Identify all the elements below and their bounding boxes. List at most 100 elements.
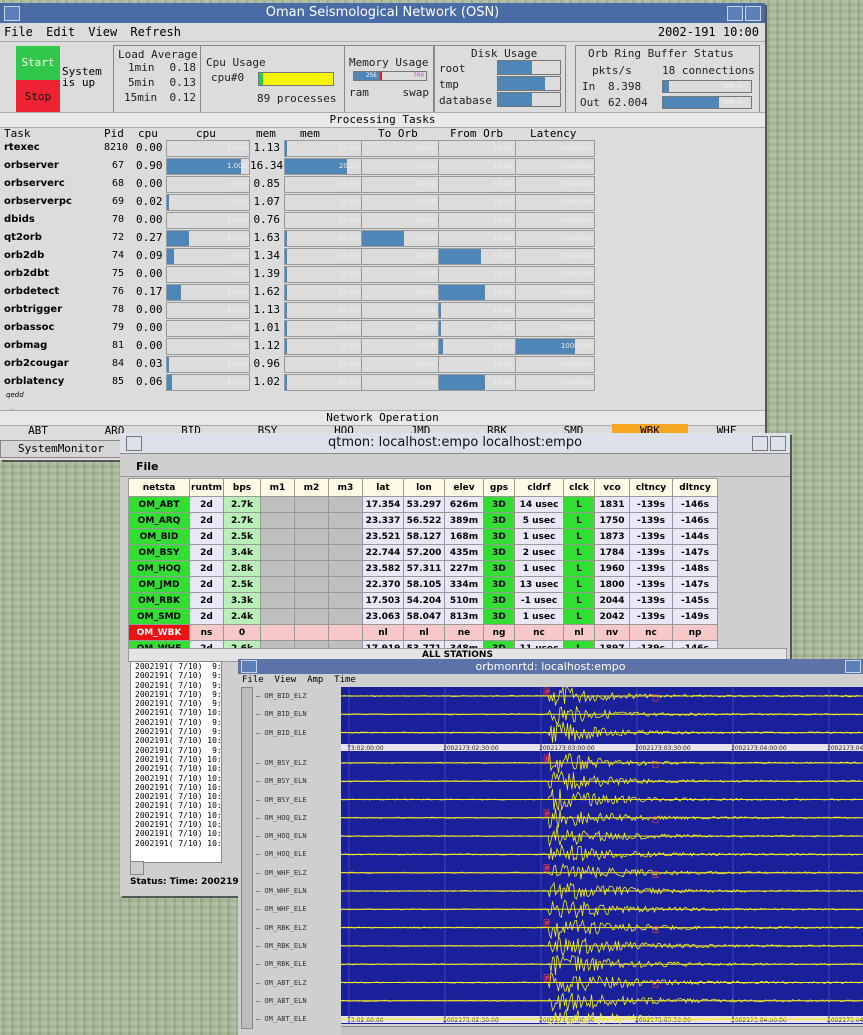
window-menu-icon[interactable] bbox=[4, 6, 20, 21]
task-pid: 81 bbox=[111, 340, 124, 351]
menu-file[interactable]: File bbox=[136, 460, 159, 473]
date-time: 2002-191 10:00 bbox=[657, 25, 759, 39]
cell-cltncy: -139s bbox=[629, 560, 673, 577]
station-row[interactable]: OM_WBK ns 0 nl nl ne ng nc nl nv nc np bbox=[128, 624, 718, 641]
maximize-icon[interactable] bbox=[745, 6, 761, 21]
task-row[interactable]: orbserverc 68 0.00 1.000 0.85 20.00 10.00 10.00… bbox=[0, 175, 765, 193]
station-row[interactable]: OM_HOQ 2d 2.8k 23.582 57.311 227m 3D 1 usec L 196… bbox=[128, 560, 718, 577]
station-row[interactable]: OM_BID 2d 2.5k 23.521 58.127 168m 3D 1 usec L 187… bbox=[128, 528, 718, 545]
station-row[interactable]: OM_SMD 2d 2.4k 23.063 58.047 813m 3D 1 usec L 204… bbox=[128, 608, 718, 625]
orbmonrtd-titlebar[interactable]: orbmonrtd: localhost:empo bbox=[238, 659, 863, 674]
cell-lon: 58.047 bbox=[403, 608, 445, 625]
col-netsta: netsta bbox=[128, 478, 190, 497]
log-line: 2002191( 7/10) 10: bbox=[135, 838, 222, 848]
mem-meter: 20.00 bbox=[284, 140, 362, 157]
task-name: orbserver bbox=[4, 160, 59, 171]
menu-file[interactable]: File bbox=[4, 25, 33, 39]
cell-cldrf: 1 usec bbox=[514, 608, 564, 625]
task-row[interactable]: qt2orb 72 0.27 1.000 1.63 20.00 10.00 10.00 1000… bbox=[0, 229, 765, 247]
qtmon-titlebar[interactable]: qtmon: localhost:empo localhost:empo bbox=[120, 433, 790, 454]
system-monitor-button[interactable]: SystemMonitor bbox=[0, 440, 122, 458]
mem-meter: 20.00 bbox=[284, 338, 362, 355]
disk-title: Disk Usage bbox=[471, 47, 538, 60]
task-row[interactable]: orbmag 81 0.00 1.000 1.12 20.00 10.00 10.00 1000… bbox=[0, 337, 765, 355]
cell-gps: 3D bbox=[483, 496, 515, 513]
from-orb-meter-fill bbox=[439, 375, 485, 390]
task-mem: 1.12 bbox=[253, 339, 281, 352]
channel-label: — OM_BID_ELN bbox=[256, 710, 307, 719]
window-menu-icon[interactable] bbox=[241, 660, 257, 673]
station-row[interactable]: OM_RBK 2d 3.3k 17.503 54.204 510m 3D -1 usec L 20… bbox=[128, 592, 718, 609]
minimize-icon[interactable] bbox=[752, 436, 768, 451]
station-row[interactable]: OM_BSY 2d 3.4k 22.744 57.200 435m 3D 2 usec L 178… bbox=[128, 544, 718, 561]
task-row[interactable]: orb2cougar 84 0.03 1.000 0.96 20.00 10.00 10.00… bbox=[0, 355, 765, 373]
task-cpu: 0.09 bbox=[136, 249, 163, 262]
minimize-icon[interactable] bbox=[845, 660, 861, 673]
cell-m2 bbox=[294, 560, 329, 577]
cell-netsta: OM_ARQ bbox=[128, 512, 190, 529]
menu-time[interactable]: Time bbox=[334, 675, 356, 685]
from-orb-meter: 10.00 bbox=[438, 284, 516, 301]
task-pid: 72 bbox=[111, 232, 124, 243]
load-label: 1min bbox=[128, 61, 155, 74]
task-cpu: 0.00 bbox=[136, 267, 163, 280]
cell-lon: 54.204 bbox=[403, 592, 445, 609]
mem-meter-fill bbox=[285, 321, 287, 336]
station-row[interactable]: OM_ARQ 2d 2.7k 23.337 56.522 389m 3D 5 usec L 175… bbox=[128, 512, 718, 529]
start-button[interactable]: Start bbox=[16, 46, 60, 80]
cell-cltncy: -139s bbox=[629, 592, 673, 609]
task-row[interactable]: orbtrigger 78 0.00 1.000 1.13 20.00 10.00 10.00… bbox=[0, 301, 765, 319]
task-row[interactable]: orb2dbt 75 0.00 1.000 1.39 20.00 10.00 10.00 100… bbox=[0, 265, 765, 283]
task-row[interactable]: orbserver 67 0.90 1.000 16.34 20.00 10.00 10.00… bbox=[0, 157, 765, 175]
to-orb-meter-scale: 10.00 bbox=[415, 324, 436, 332]
mem-meter-scale: 20.00 bbox=[338, 342, 359, 350]
load-value: 0.13 bbox=[169, 76, 197, 89]
status-line: Status: Time: 2002191 ( bbox=[130, 877, 253, 887]
menu-file[interactable]: File bbox=[242, 675, 264, 685]
task-name: orb2db bbox=[4, 250, 45, 261]
stop-button[interactable]: Stop bbox=[16, 80, 60, 114]
waveform-plot[interactable]: 73:02:00:00 2002173:02:30:00 2002173:03:00… bbox=[340, 686, 863, 1029]
station-tab-abt[interactable]: ABT bbox=[0, 424, 76, 438]
cell-runtm: 2d bbox=[189, 592, 224, 609]
to-orb-meter-scale: 10.00 bbox=[415, 162, 436, 170]
cell-m1 bbox=[260, 560, 295, 577]
task-row[interactable]: orblatency 85 0.06 1.000 1.02 20.00 10.00 10.00… bbox=[0, 373, 765, 391]
menu-refresh[interactable]: Refresh bbox=[130, 25, 181, 39]
message-log[interactable]: 2002191( 7/10) 9: 2002191( 7/10) 9: 200219… bbox=[130, 661, 222, 863]
cell-cltncy: -139s bbox=[629, 576, 673, 593]
task-row[interactable]: dbids 70 0.00 1.000 0.76 20.00 10.00 10.00 10000… bbox=[0, 211, 765, 229]
menu-view[interactable]: View bbox=[275, 675, 297, 685]
menu-amp[interactable]: Amp bbox=[307, 675, 323, 685]
window-menu-icon[interactable] bbox=[126, 436, 142, 451]
cpu-meter-scale: 1.000 bbox=[226, 306, 247, 314]
horizontal-scrollbar[interactable] bbox=[341, 1026, 863, 1035]
station-row[interactable]: OM_JMD 2d 2.5k 22.370 58.105 334m 3D 13 usec L 18… bbox=[128, 576, 718, 593]
task-row[interactable]: orb2db 74 0.09 1.000 1.34 20.00 10.00 10.00 1000… bbox=[0, 247, 765, 265]
cell-dltncy: -147s bbox=[672, 576, 718, 593]
scroll-left-icon[interactable] bbox=[130, 861, 144, 875]
latency-meter: 1000000 bbox=[515, 320, 595, 337]
station-row[interactable]: OM_ABT 2d 2.7k 17.354 53.297 626m 3D 14 usec L 18… bbox=[128, 496, 718, 513]
cpu-meter-scale: 1.000 bbox=[226, 144, 247, 152]
cell-netsta: OM_WBK bbox=[128, 624, 190, 641]
col-lon: lon bbox=[403, 478, 445, 497]
task-row[interactable]: orbserverpc 69 0.02 1.000 1.07 20.00 10.00 10.0… bbox=[0, 193, 765, 211]
menu-view[interactable]: View bbox=[88, 25, 117, 39]
from-orb-meter-scale: 10.00 bbox=[492, 270, 513, 278]
maximize-icon[interactable] bbox=[770, 436, 786, 451]
task-row[interactable]: orbassoc 79 0.00 1.000 1.01 20.00 10.00 10.00 10… bbox=[0, 319, 765, 337]
task-mem: 1.62 bbox=[253, 285, 281, 298]
minimize-icon[interactable] bbox=[727, 6, 743, 21]
osn-titlebar[interactable]: Oman Seismological Network (OSN) bbox=[0, 3, 765, 23]
task-cpu: 0.00 bbox=[136, 339, 163, 352]
task-row[interactable]: orbdetect 76 0.17 1.000 1.62 20.00 10.00 10.00 1… bbox=[0, 283, 765, 301]
mem-meter-fill bbox=[285, 375, 287, 390]
channel-label: — OM_HOQ_ELZ bbox=[256, 813, 307, 822]
cell-lat: nl bbox=[362, 624, 404, 641]
vertical-scrollbar[interactable] bbox=[241, 687, 253, 1029]
task-row[interactable]: rtexec 8210 0.00 1.000 1.13 20.00 10.00 10.00 10… bbox=[0, 139, 765, 157]
cell-runtm: 2d bbox=[189, 544, 224, 561]
cpu-meter: 1.000 bbox=[166, 248, 250, 265]
menu-edit[interactable]: Edit bbox=[46, 25, 75, 39]
